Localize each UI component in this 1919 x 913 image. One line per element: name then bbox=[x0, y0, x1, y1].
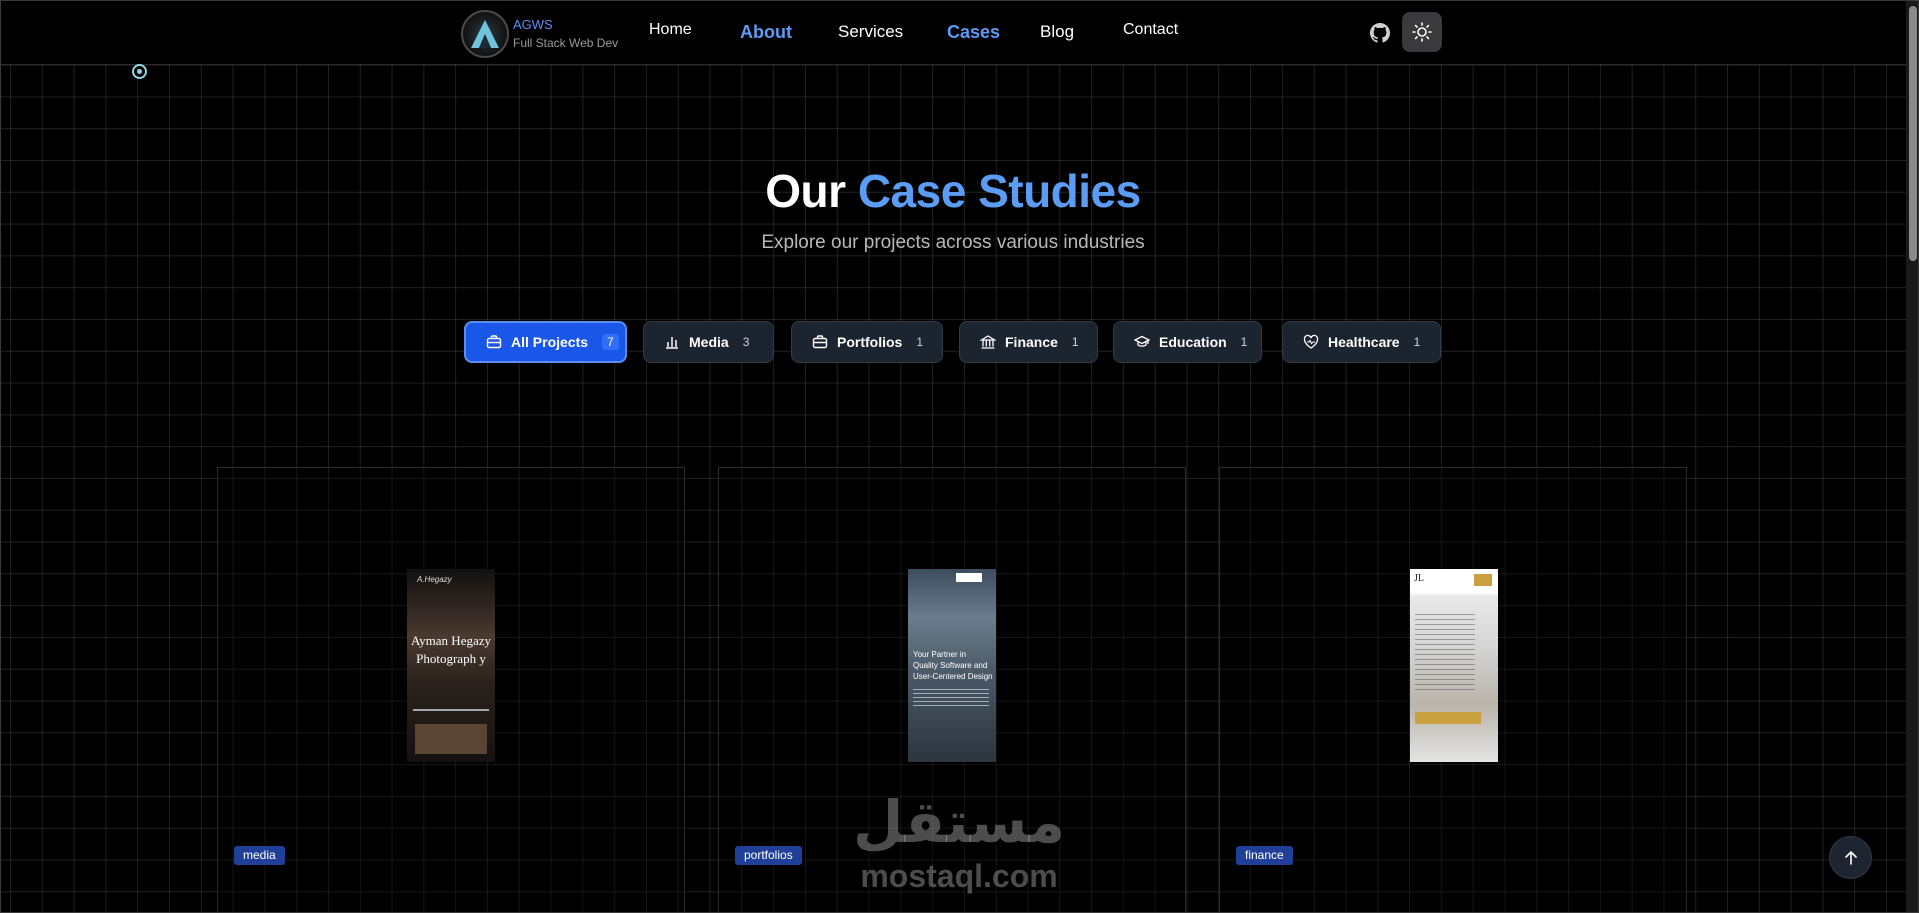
brand-name[interactable]: AGWS bbox=[513, 17, 553, 32]
scrollbar-thumb[interactable] bbox=[1909, 6, 1917, 261]
preview-text-line bbox=[413, 709, 489, 711]
filter-media[interactable]: Media 3 bbox=[643, 321, 774, 363]
bar-chart-icon bbox=[666, 337, 678, 349]
case-preview-image[interactable]: JL bbox=[1410, 569, 1498, 762]
preview-button bbox=[956, 573, 982, 582]
filter-count: 7 bbox=[602, 334, 619, 350]
category-tag: media bbox=[234, 846, 285, 865]
filter-label: Healthcare bbox=[1328, 334, 1400, 350]
preview-menu-button bbox=[1474, 574, 1492, 586]
preview-cta-button bbox=[1415, 712, 1481, 724]
category-tag: finance bbox=[1236, 846, 1293, 865]
watermark-arabic: مستقل bbox=[852, 788, 1066, 856]
preview-text-lines bbox=[1415, 614, 1475, 694]
nav-contact[interactable]: Contact bbox=[1123, 21, 1178, 39]
filter-label: Portfolios bbox=[837, 334, 903, 350]
filter-education[interactable]: Education 1 bbox=[1113, 321, 1262, 363]
nav-about[interactable]: About bbox=[740, 22, 792, 43]
category-tag: portfolios bbox=[735, 846, 802, 865]
case-preview-image[interactable]: A.Hegazy Ayman Hegazy Photograph y bbox=[407, 569, 495, 762]
page-subtitle: Explore our projects across various indu… bbox=[761, 232, 1145, 253]
bank-icon bbox=[980, 335, 996, 349]
filter-count: 1 bbox=[1240, 335, 1248, 349]
title-accent: Case Studies bbox=[857, 165, 1141, 217]
filter-label: All Projects bbox=[511, 334, 589, 350]
site-header: AGWS Full Stack Web Dev Home About Servi… bbox=[0, 0, 1906, 65]
graduation-cap-icon bbox=[1134, 335, 1150, 347]
briefcase-icon bbox=[486, 335, 502, 349]
filter-count: 3 bbox=[742, 335, 750, 349]
watermark-latin: mostaql.com bbox=[860, 858, 1058, 894]
briefcase-icon bbox=[812, 335, 828, 349]
custom-cursor bbox=[132, 64, 147, 79]
filter-count: 1 bbox=[1413, 335, 1421, 349]
title-plain: Our bbox=[765, 165, 846, 217]
filter-label: Finance bbox=[1005, 334, 1058, 350]
filter-label: Media bbox=[689, 334, 729, 350]
logo-a-icon bbox=[471, 20, 499, 48]
preview-logo: JL bbox=[1414, 573, 1424, 584]
preview-text-lines bbox=[913, 689, 989, 707]
filter-count: 1 bbox=[916, 335, 924, 349]
filter-healthcare[interactable]: Healthcare 1 bbox=[1282, 321, 1441, 363]
preview-heading: Ayman Hegazy Photograph y bbox=[410, 633, 492, 666]
preview-heading: Your Partner in Quality Software and Use… bbox=[913, 650, 993, 681]
filter-finance[interactable]: Finance 1 bbox=[959, 321, 1098, 363]
preview-logo: A.Hegazy bbox=[417, 575, 452, 584]
case-preview-image[interactable]: Your Partner in Quality Software and Use… bbox=[908, 569, 996, 762]
filter-label: Education bbox=[1159, 334, 1227, 350]
preview-photo bbox=[415, 724, 487, 754]
nav-services[interactable]: Services bbox=[838, 22, 903, 42]
arrow-up-icon bbox=[1845, 851, 1857, 865]
filter-all-projects[interactable]: All Projects 7 bbox=[464, 321, 627, 363]
heart-pulse-icon bbox=[1303, 334, 1319, 349]
filter-portfolios[interactable]: Portfolios 1 bbox=[791, 321, 943, 363]
nav-cases[interactable]: Cases bbox=[947, 22, 1000, 43]
filter-count: 1 bbox=[1071, 335, 1079, 349]
nav-home[interactable]: Home bbox=[649, 21, 692, 39]
brand-tagline: Full Stack Web Dev bbox=[513, 36, 619, 50]
page-title: Our Case Studies bbox=[0, 164, 1906, 218]
page-scrollbar[interactable] bbox=[1906, 0, 1919, 913]
scroll-to-top-button[interactable] bbox=[1829, 836, 1872, 879]
theme-toggle-button[interactable] bbox=[1402, 12, 1442, 52]
github-icon[interactable] bbox=[1370, 23, 1390, 43]
nav-blog[interactable]: Blog bbox=[1040, 22, 1074, 42]
brand-logo[interactable] bbox=[461, 10, 509, 58]
sun-icon bbox=[1412, 22, 1432, 42]
